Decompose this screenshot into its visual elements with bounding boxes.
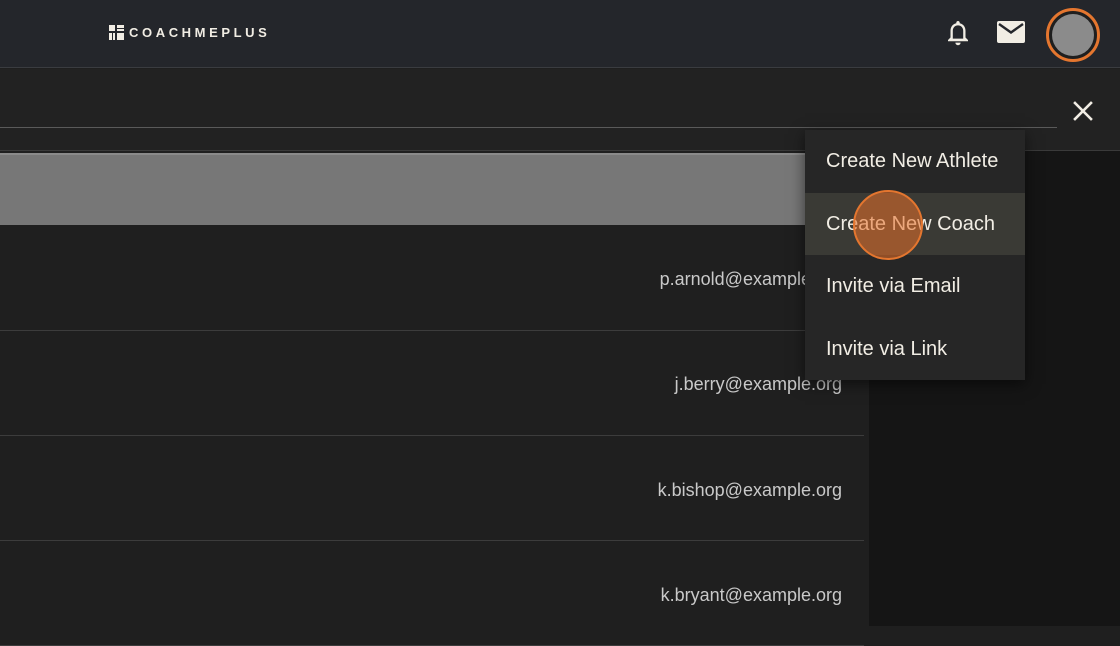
table-row[interactable]: p.arnold@example.org [0,226,864,331]
menu-item-create-coach[interactable]: Create New Coach [805,193,1025,255]
mail-icon[interactable] [996,20,1025,44]
menu-item-invite-email[interactable]: Invite via Email [805,255,1025,317]
logo-text: COACHMEPLUS [129,25,271,40]
table-row[interactable]: k.bryant@example.org [0,541,864,646]
user-email: k.bryant@example.org [660,585,842,605]
avatar[interactable] [1046,8,1100,62]
avatar-image [1052,14,1094,56]
top-bar: COACHMEPLUS [0,0,1120,68]
bell-icon[interactable] [944,18,972,48]
users-table: p.arnold@example.org j.berry@example.org… [0,151,864,646]
table-header [0,153,864,225]
user-email: k.bishop@example.org [657,480,842,500]
menu-item-create-athlete[interactable]: Create New Athlete [805,130,1025,192]
table-row[interactable]: k.bishop@example.org [0,436,864,541]
app-logo[interactable]: COACHMEPLUS [109,25,270,40]
table-row[interactable]: j.berry@example.org [0,331,864,436]
add-user-menu: Create New Athlete Create New Coach Invi… [805,130,1025,380]
menu-item-invite-link[interactable]: Invite via Link [805,318,1025,380]
close-icon[interactable] [1068,96,1098,126]
search-input[interactable] [0,81,1057,128]
logo-mark-icon [109,25,124,40]
